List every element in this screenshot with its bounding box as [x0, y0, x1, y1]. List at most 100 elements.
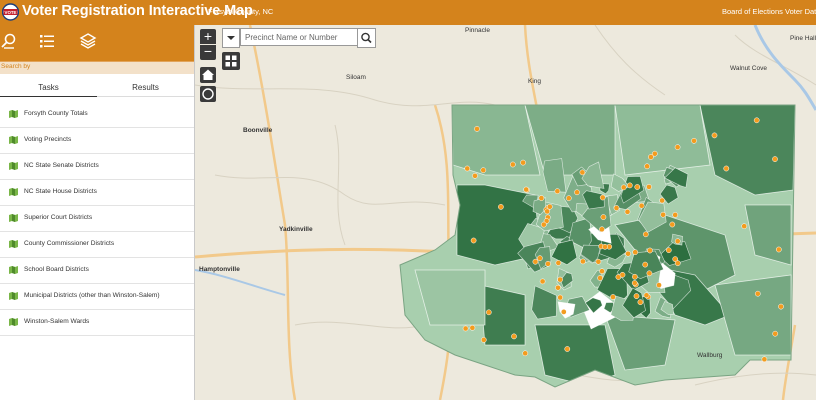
polling-place-dot[interactable]	[522, 350, 529, 357]
polling-place-dot[interactable]	[554, 188, 561, 195]
polling-place-dot[interactable]	[647, 247, 653, 254]
polling-place-dot[interactable]	[565, 195, 572, 202]
task-item[interactable]: Superior Court Districts	[0, 206, 194, 232]
polling-place-dot[interactable]	[480, 337, 487, 343]
polling-place-dot[interactable]	[691, 137, 697, 144]
polling-place-dot[interactable]	[480, 167, 487, 174]
map-view[interactable]: Siloam Boonville Yadkinville Hamptonville Pi…	[195, 25, 816, 400]
polling-place-dot[interactable]	[754, 290, 761, 297]
county-map[interactable]	[399, 104, 796, 388]
polling-place-dot[interactable]	[638, 202, 645, 209]
polling-place-dot[interactable]	[545, 260, 551, 267]
locate-button[interactable]	[200, 86, 216, 102]
polling-place-dot[interactable]	[555, 260, 562, 266]
polling-place-dot[interactable]	[778, 303, 784, 310]
polling-place-dot[interactable]	[602, 243, 608, 250]
polling-place-dot[interactable]	[610, 294, 616, 300]
polling-place-dot[interactable]	[665, 247, 672, 254]
polling-place-dot[interactable]	[520, 159, 526, 166]
task-item[interactable]: Winston-Salem Wards	[0, 310, 194, 336]
polling-place-dot[interactable]	[599, 268, 605, 275]
polling-place-dot[interactable]	[642, 261, 649, 268]
polling-place-dot[interactable]	[613, 205, 620, 211]
polling-place-dot[interactable]	[600, 214, 607, 220]
polling-place-dot[interactable]	[595, 258, 602, 265]
polling-place-dot[interactable]	[643, 292, 650, 299]
polling-place-dot[interactable]	[546, 203, 553, 210]
polling-place-dot[interactable]	[620, 184, 627, 191]
polling-place-dot[interactable]	[626, 182, 633, 189]
polling-place-dot[interactable]	[674, 238, 681, 245]
task-item[interactable]: Municipal Districts (other than Winston-…	[0, 284, 194, 310]
task-item[interactable]: School Board Districts	[0, 258, 194, 284]
polling-place-dot[interactable]	[642, 231, 649, 238]
polling-place-dot[interactable]	[637, 299, 644, 306]
polling-place-dot[interactable]	[464, 165, 471, 172]
polling-place-dot[interactable]	[597, 275, 603, 281]
polling-place-dot[interactable]	[555, 284, 561, 291]
task-item[interactable]: NC State House Districts	[0, 180, 194, 206]
home-button[interactable]	[200, 67, 216, 83]
polling-place-dot[interactable]	[580, 258, 586, 265]
polling-place-dot[interactable]	[544, 208, 551, 215]
polling-place-dot[interactable]	[532, 258, 539, 265]
polling-place-dot[interactable]	[560, 309, 567, 315]
polling-place-dot[interactable]	[523, 186, 530, 193]
zoom-out-button[interactable]: −	[200, 44, 216, 60]
polling-place-dot[interactable]	[772, 156, 778, 162]
polling-place-dot[interactable]	[619, 271, 626, 278]
search-button[interactable]	[357, 28, 376, 48]
polling-place-dot[interactable]	[672, 212, 679, 218]
polling-place-dot[interactable]	[462, 325, 469, 332]
polling-place-dot[interactable]	[711, 132, 718, 139]
polling-place-dot[interactable]	[498, 204, 504, 210]
layers-icon[interactable]	[79, 32, 97, 50]
query-icon[interactable]	[0, 32, 18, 50]
basemap-button[interactable]	[222, 52, 240, 70]
polling-place-dot[interactable]	[624, 208, 631, 215]
board-of-elections-link[interactable]: Board of Elections	[722, 7, 783, 16]
polling-place-dot[interactable]	[538, 195, 545, 201]
polling-place-dot[interactable]	[659, 197, 665, 204]
polling-place-dot[interactable]	[646, 270, 653, 277]
polling-place-dot[interactable]	[723, 165, 730, 172]
polling-place-dot[interactable]	[539, 278, 546, 285]
voter-data-link[interactable]: Voter Data	[785, 7, 816, 16]
zoom-in-button[interactable]: +	[200, 29, 216, 44]
task-item[interactable]: Voting Precincts	[0, 128, 194, 154]
polling-place-dot[interactable]	[469, 324, 476, 331]
polling-place-dot[interactable]	[660, 211, 666, 218]
polling-place-dot[interactable]	[633, 293, 640, 299]
precinct-search-input[interactable]	[240, 28, 364, 46]
polling-place-dot[interactable]	[599, 226, 605, 233]
map-canvas[interactable]	[195, 25, 816, 400]
polling-place-dot[interactable]	[574, 189, 580, 196]
polling-place-dot[interactable]	[656, 282, 662, 288]
tab-tasks[interactable]: Tasks	[0, 79, 97, 97]
polling-place-dot[interactable]	[631, 280, 638, 286]
polling-place-dot[interactable]	[753, 117, 760, 124]
task-list-icon[interactable]	[38, 32, 56, 50]
polling-place-dot[interactable]	[557, 294, 564, 301]
polling-place-dot[interactable]	[485, 309, 492, 316]
polling-place-dot[interactable]	[648, 154, 654, 160]
polling-place-dot[interactable]	[775, 246, 782, 253]
task-item[interactable]: County Commissioner Districts	[0, 232, 194, 258]
polling-place-dot[interactable]	[741, 223, 748, 230]
polling-place-dot[interactable]	[564, 346, 571, 352]
polling-place-dot[interactable]	[772, 330, 779, 337]
polling-place-dot[interactable]	[537, 255, 543, 262]
polling-place-dot[interactable]	[674, 144, 681, 151]
polling-place-dot[interactable]	[669, 221, 676, 228]
polling-place-dot[interactable]	[632, 273, 638, 280]
task-item[interactable]: Forsyth County Totals	[0, 102, 194, 128]
polling-place-dot[interactable]	[644, 163, 650, 170]
polling-place-dot[interactable]	[472, 172, 478, 179]
polling-place-dot[interactable]	[511, 333, 517, 340]
polling-place-dot[interactable]	[470, 237, 477, 244]
polling-place-dot[interactable]	[599, 194, 606, 201]
polling-place-dot[interactable]	[646, 184, 652, 190]
polling-place-dot[interactable]	[579, 169, 586, 176]
polling-place-dot[interactable]	[761, 356, 768, 363]
polling-place-dot[interactable]	[509, 161, 516, 168]
